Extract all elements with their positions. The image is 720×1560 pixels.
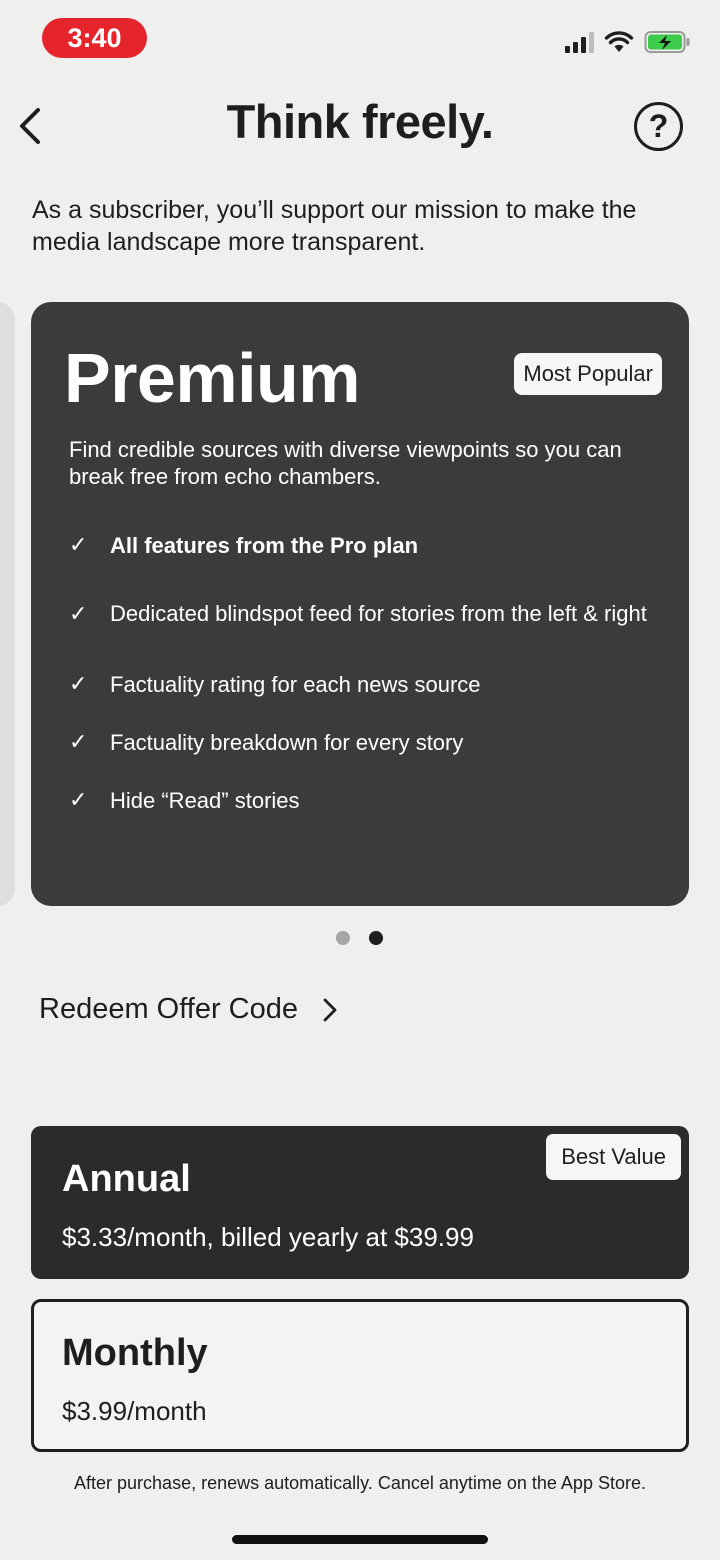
- feature-item: ✓ Dedicated blindspot feed for stories f…: [69, 600, 647, 627]
- status-bar: 3:40: [0, 0, 720, 80]
- checkmark-icon: ✓: [69, 787, 88, 812]
- most-popular-badge: Most Popular: [514, 353, 662, 395]
- status-time: 3:40: [42, 18, 147, 58]
- previous-plan-card[interactable]: [0, 302, 15, 906]
- option-price: $3.99/month: [62, 1396, 207, 1426]
- help-button[interactable]: ?: [634, 102, 683, 151]
- page-dot-active[interactable]: [369, 931, 383, 945]
- redeem-label: Redeem Offer Code: [39, 993, 298, 1025]
- option-name: Monthly: [62, 1332, 208, 1374]
- chevron-right-icon: [323, 998, 337, 1021]
- renewal-fine-print: After purchase, renews automatically. Ca…: [74, 1473, 646, 1493]
- feature-item: ✓ Hide “Read” stories: [69, 787, 300, 813]
- wifi-icon: [604, 31, 634, 52]
- premium-plan-card[interactable]: Premium Most Popular Find credible sourc…: [31, 302, 689, 906]
- cellular-signal-icon: [565, 31, 594, 53]
- redeem-offer-code-link[interactable]: Redeem Offer Code: [39, 993, 338, 1026]
- checkmark-icon: ✓: [69, 600, 88, 626]
- carousel-page-indicator[interactable]: [336, 931, 383, 945]
- feature-item: ✓ All features from the Pro plan: [69, 532, 419, 558]
- status-icons: [565, 30, 692, 54]
- monthly-plan-option[interactable]: Monthly $3.99/month: [31, 1299, 689, 1452]
- home-indicator[interactable]: [232, 1535, 488, 1544]
- feature-item: ✓ Factuality rating for each news source: [69, 671, 481, 697]
- subscription-subtitle: As a subscriber, you’ll support our miss…: [32, 196, 637, 256]
- feature-item: ✓ Factuality breakdown for every story: [69, 729, 464, 755]
- battery-charging-icon: [644, 31, 690, 53]
- checkmark-icon: ✓: [69, 671, 88, 696]
- page-dot[interactable]: [336, 931, 350, 945]
- checkmark-icon: ✓: [69, 729, 88, 754]
- plan-description: Find credible sources with diverse viewp…: [69, 437, 622, 489]
- plan-name: Premium: [64, 339, 361, 417]
- feature-list: ✓ All features from the Pro plan ✓ Dedic…: [69, 518, 659, 829]
- best-value-badge: Best Value: [546, 1134, 681, 1180]
- page-title: Think freely.: [226, 95, 494, 148]
- option-price: $3.33/month, billed yearly at $39.99: [62, 1222, 474, 1252]
- checkmark-icon: ✓: [69, 532, 88, 557]
- annual-plan-option[interactable]: Annual $3.33/month, billed yearly at $39…: [31, 1126, 689, 1279]
- option-name: Annual: [62, 1158, 191, 1200]
